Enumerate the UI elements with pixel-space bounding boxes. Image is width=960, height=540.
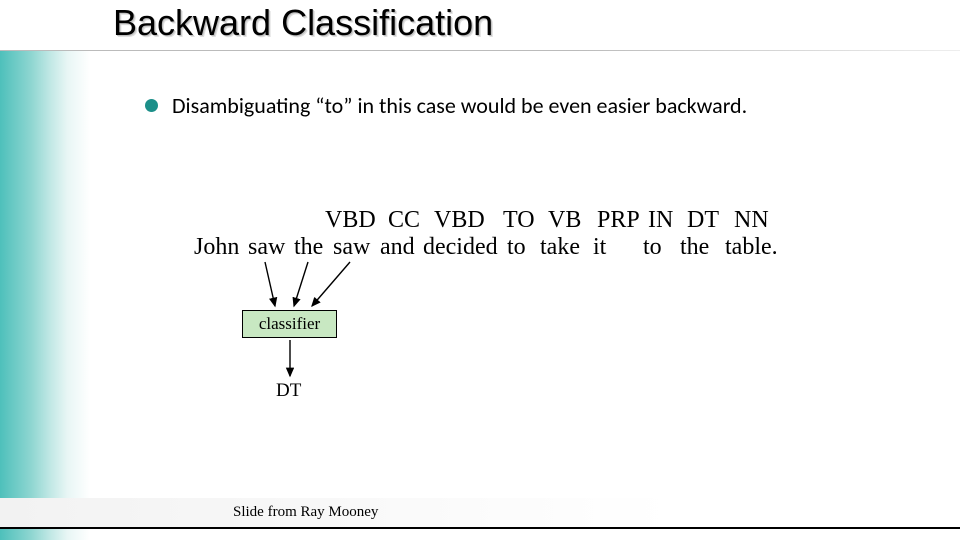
word: saw: [248, 234, 285, 261]
bullet-row: Disambiguating “to” in this case would b…: [145, 92, 747, 119]
arrow-icon: [312, 262, 350, 306]
slide-title: Backward Classification: [113, 2, 493, 44]
word: it: [593, 234, 606, 261]
footer-bg: [0, 498, 960, 527]
tag: VB: [548, 207, 581, 234]
footer-credit: Slide from Ray Mooney: [233, 504, 378, 521]
word: the: [680, 234, 709, 261]
word: take: [540, 234, 580, 261]
arrow-layer: [0, 0, 960, 540]
slide: Backward Classification Disambiguating “…: [0, 0, 960, 540]
word: and: [380, 234, 415, 261]
tag: VBD: [325, 207, 376, 234]
side-gradient: [0, 50, 90, 540]
word: the: [294, 234, 323, 261]
tag: VBD: [434, 207, 485, 234]
tag: IN: [648, 207, 673, 234]
footer-line: [0, 527, 960, 529]
output-tag: DT: [276, 380, 301, 402]
tag: TO: [503, 207, 535, 234]
classifier-box: classifier: [242, 310, 337, 338]
word: saw: [333, 234, 370, 261]
tag: NN: [734, 207, 769, 234]
bullet-text: Disambiguating “to” in this case would b…: [172, 92, 747, 119]
word: to: [643, 234, 662, 261]
divider: [0, 50, 960, 51]
tag: CC: [388, 207, 420, 234]
tag: PRP: [597, 207, 640, 234]
word: decided: [423, 234, 498, 261]
arrow-icon: [294, 262, 308, 306]
bullet-icon: [145, 99, 158, 112]
tag: DT: [687, 207, 719, 234]
arrow-icon: [265, 262, 275, 306]
word: table.: [725, 234, 778, 261]
word: John: [194, 234, 239, 261]
word: to: [507, 234, 526, 261]
